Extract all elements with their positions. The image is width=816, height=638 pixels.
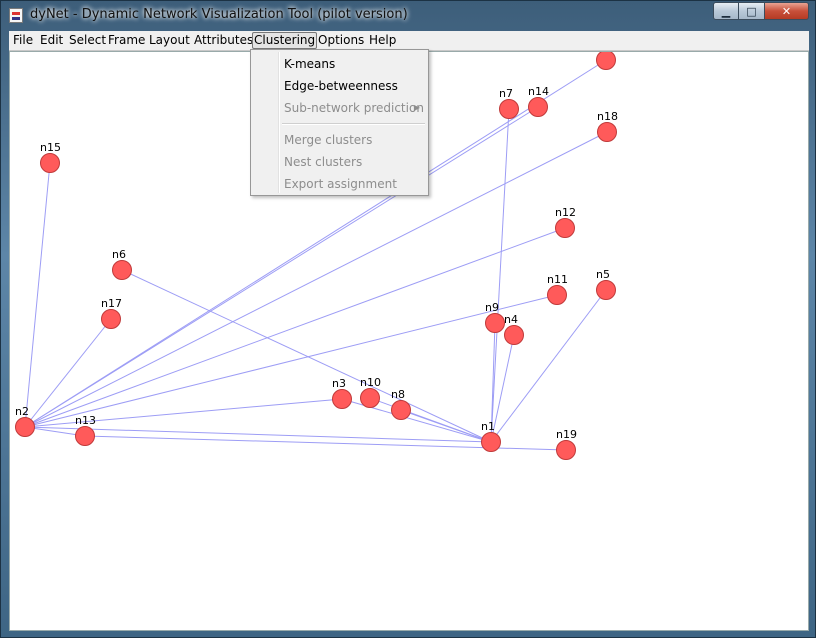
graph-node-n3[interactable]: n3	[332, 377, 352, 409]
graph-node-n16[interactable]	[596, 52, 616, 70]
graph-node-n17[interactable]: n17	[101, 297, 122, 329]
node-circle[interactable]	[597, 122, 617, 142]
node-circle[interactable]	[528, 97, 548, 117]
window-controls: ▁ □ ✕	[713, 2, 809, 21]
menu-separator	[282, 123, 425, 125]
menu-item-nest-clusters: Nest clusters	[284, 155, 363, 169]
node-label: n2	[15, 405, 29, 418]
menu-layout[interactable]: Layout	[149, 32, 190, 49]
node-label: n9	[485, 301, 499, 314]
minimize-icon: ▁	[721, 4, 731, 18]
node-circle[interactable]	[499, 99, 519, 119]
node-circle[interactable]	[555, 218, 575, 238]
menu-item-edge-betweenness[interactable]: Edge-betweenness	[251, 75, 428, 97]
node-circle[interactable]	[547, 285, 567, 305]
menu-item-sub-network-prediction: Sub-network prediction ▶	[251, 97, 428, 119]
graph-node-n7[interactable]: n7	[499, 87, 519, 119]
title-bar[interactable]: dyNet - Dynamic Network Visualization To…	[1, 1, 815, 31]
graph-node-n18[interactable]: n18	[597, 110, 618, 142]
node-circle[interactable]	[596, 280, 616, 300]
node-circle[interactable]	[332, 389, 352, 409]
graph-edge-n2-n1[interactable]	[24, 426, 492, 443]
graph-node-n12[interactable]: n12	[555, 206, 576, 238]
menu-clustering[interactable]: Clustering	[252, 32, 318, 49]
graph-edge-n8-n1[interactable]	[400, 409, 492, 443]
java-app-icon[interactable]	[9, 8, 23, 23]
graph-edge-n6-n1[interactable]	[121, 269, 492, 443]
minimize-button[interactable]: ▁	[713, 2, 739, 20]
node-circle[interactable]	[40, 153, 60, 173]
node-circle[interactable]	[596, 52, 616, 70]
node-label: n7	[499, 87, 513, 100]
node-circle[interactable]	[485, 313, 505, 333]
menu-select[interactable]: Select	[69, 32, 106, 49]
node-circle[interactable]	[75, 426, 95, 446]
graph-node-n19[interactable]: n19	[556, 428, 577, 460]
node-label: n18	[597, 110, 618, 123]
menu-file[interactable]: File	[13, 32, 33, 49]
graph-node-n11[interactable]: n11	[547, 273, 568, 305]
node-label: n6	[112, 248, 126, 261]
node-label: n4	[504, 313, 518, 326]
node-circle[interactable]	[15, 417, 35, 437]
node-circle[interactable]	[504, 325, 524, 345]
graph-node-n1[interactable]: n1	[481, 420, 501, 452]
graph-node-n9[interactable]: n9	[485, 301, 505, 333]
maximize-button[interactable]: □	[739, 2, 765, 20]
menu-frame[interactable]: Frame	[108, 32, 145, 49]
window-title: dyNet - Dynamic Network Visualization To…	[30, 7, 408, 22]
graph-node-n10[interactable]: n10	[360, 376, 381, 408]
node-circle[interactable]	[101, 309, 121, 329]
close-icon: ✕	[781, 4, 792, 18]
graph-node-n15[interactable]: n15	[40, 141, 61, 173]
menu-item-k-means[interactable]: K-means	[251, 53, 428, 75]
menu-item-export-assignment: Export assignment	[284, 177, 397, 191]
graph-node-n14[interactable]: n14	[528, 85, 549, 117]
menu-help[interactable]: Help	[369, 32, 396, 49]
menu-edit[interactable]: Edit	[40, 32, 63, 49]
menu-item-merge-clusters: Merge clusters	[284, 133, 373, 147]
graph-node-n5[interactable]: n5	[596, 268, 616, 300]
node-label: n14	[528, 85, 549, 98]
graph-node-n2[interactable]: n2	[15, 405, 35, 437]
graph-node-n13[interactable]: n13	[75, 414, 96, 446]
node-label: n3	[332, 377, 346, 390]
node-label: n11	[547, 273, 568, 286]
graph-edge-n7-n1[interactable]	[490, 108, 510, 443]
node-label: n19	[556, 428, 577, 441]
menu-bar: File Edit Select Frame Layout Attributes…	[9, 31, 809, 51]
node-circle[interactable]	[481, 432, 501, 452]
node-circle[interactable]	[391, 400, 411, 420]
graph-node-n6[interactable]: n6	[112, 248, 132, 280]
node-label: n8	[391, 388, 405, 401]
submenu-arrow-icon: ▶	[413, 103, 420, 112]
graph-node-n4[interactable]: n4	[504, 313, 524, 345]
node-circle[interactable]	[112, 260, 132, 280]
graph-node-n8[interactable]: n8	[391, 388, 411, 420]
menu-item-label: Sub-network prediction	[284, 101, 424, 115]
node-label: n15	[40, 141, 61, 154]
close-button[interactable]: ✕	[765, 2, 809, 20]
node-label: n12	[555, 206, 576, 219]
node-label: n13	[75, 414, 96, 427]
node-label: n5	[596, 268, 610, 281]
node-label: n1	[481, 420, 495, 433]
maximize-icon: □	[746, 4, 757, 18]
node-label: n10	[360, 376, 381, 389]
graph-edge-n2-n15[interactable]	[24, 162, 51, 428]
node-circle[interactable]	[556, 440, 576, 460]
node-circle[interactable]	[360, 388, 380, 408]
clustering-dropdown-menu: K-means Edge-betweenness Sub-network pre…	[250, 49, 429, 196]
menu-options[interactable]: Options	[318, 32, 364, 49]
menu-attributes[interactable]: Attributes	[194, 32, 253, 49]
node-label: n17	[101, 297, 122, 310]
